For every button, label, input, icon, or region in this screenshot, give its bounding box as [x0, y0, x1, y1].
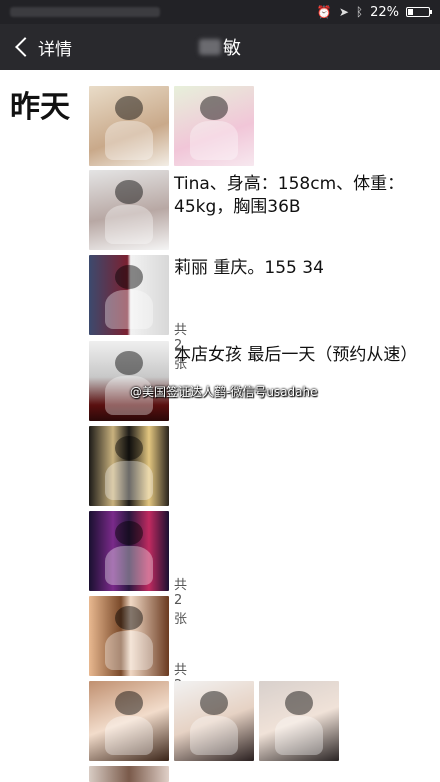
bluetooth-icon: ᛒ	[355, 5, 364, 19]
photo-thumbnail[interactable]	[89, 766, 169, 782]
post-text: Tina、身高：158cm、体重：45kg，胸围36B	[174, 174, 405, 217]
photo-thumbnail[interactable]	[89, 255, 169, 335]
photo-thumbnail[interactable]	[174, 86, 254, 166]
day-label: 昨天	[10, 90, 70, 125]
battery-percent: 22%	[370, 4, 399, 20]
photo-thumbnail[interactable]	[259, 681, 339, 761]
nav-bar: 详情 敏	[0, 24, 440, 70]
photo-thumbnail[interactable]	[89, 170, 169, 250]
page-title-text: 敏	[223, 38, 241, 59]
photo-thumbnail[interactable]	[89, 86, 169, 166]
photo-thumbnail[interactable]	[174, 681, 254, 761]
photo-thumbnail[interactable]	[89, 341, 169, 421]
status-right: ⏰ ➤ ᛒ 22%	[316, 0, 432, 24]
watermark: @美国签证达人鹤-微信号usadahe	[130, 385, 318, 399]
title-blurred	[199, 39, 221, 55]
photo-thumbnail[interactable]	[89, 681, 169, 761]
location-icon: ➤	[338, 5, 349, 19]
photo-thumbnail[interactable]	[89, 511, 169, 591]
photo-thumbnail[interactable]	[89, 426, 169, 506]
page-title: 敏	[0, 24, 440, 70]
photo-thumbnail[interactable]	[89, 596, 169, 676]
status-bar: ⏰ ➤ ᛒ 22%	[0, 0, 440, 24]
photo-count: 共2张	[174, 578, 188, 627]
carrier-blurred	[10, 7, 160, 17]
post-text: 本店女孩 最后一天（预约从速）	[174, 345, 418, 365]
battery-icon	[406, 7, 432, 17]
post-text: 莉丽 重庆。155 34	[174, 258, 324, 278]
alarm-icon: ⏰	[316, 5, 332, 19]
